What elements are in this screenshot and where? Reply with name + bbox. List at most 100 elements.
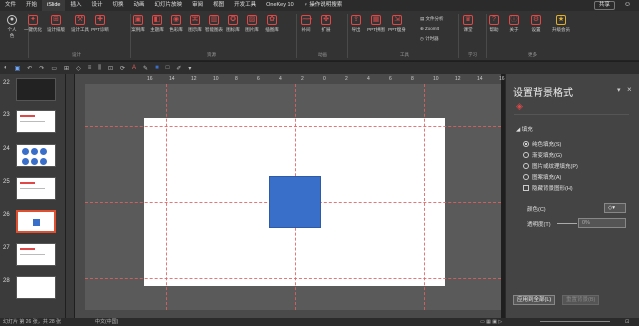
rotate-icon[interactable]: ⟳ <box>120 65 125 72</box>
transparency-slider[interactable] <box>557 223 577 224</box>
share-button[interactable]: 共享 <box>593 1 615 10</box>
ribbon-button-11[interactable]: ✿ 插图库 <box>262 15 282 33</box>
ribbon-button-10[interactable]: ▨ 图片库 <box>242 15 262 33</box>
font-color-icon[interactable]: A <box>132 65 136 71</box>
new-slide-icon[interactable]: ⊞ <box>64 65 69 72</box>
tab-10[interactable]: 开发工具 <box>229 0 261 11</box>
fill-option-label[interactable]: 图案填充(A) <box>532 173 561 181</box>
fill-section-header[interactable]: ◢ 填充 <box>516 125 533 133</box>
redo-icon[interactable]: ↷ <box>39 65 44 72</box>
highlight-icon[interactable]: ✎ <box>143 65 148 72</box>
undo-icon[interactable]: ↶ <box>27 65 32 72</box>
ribbon-button-label: 设置 <box>531 27 541 32</box>
fill-option-label[interactable]: 隐藏背景图形(H) <box>532 184 573 192</box>
start-slideshow-icon[interactable]: ▭ <box>51 65 57 72</box>
tab-3[interactable]: 插入 <box>65 0 86 11</box>
ribbon-button-21[interactable]: ★ 升级会员 <box>551 15 571 33</box>
align-icon[interactable]: ≡ <box>88 65 92 71</box>
group-icon[interactable]: ⊡ <box>108 65 113 72</box>
ribbon-button-14[interactable]: ⇪ 导出 <box>346 15 366 33</box>
ribbon-button-19[interactable]: ⓘ 关于 <box>504 15 524 33</box>
slide-thumbnail[interactable] <box>16 110 56 133</box>
save-icon[interactable]: ▣ <box>15 65 21 72</box>
tab-8[interactable]: 审阅 <box>187 0 208 11</box>
tab-11[interactable]: OneKey 10 <box>261 0 299 11</box>
feedback-smile-icon[interactable]: ☺ <box>624 1 631 8</box>
tab-9[interactable]: 视图 <box>208 0 229 11</box>
shape-icon[interactable]: ◇ <box>76 65 81 72</box>
close-icon[interactable]: × <box>627 85 632 94</box>
fit-slide-icon[interactable]: ⊡ <box>625 318 629 326</box>
ribbon-button-9[interactable]: ✪ 图标库 <box>223 15 243 33</box>
tab-0[interactable]: 文件 <box>0 0 21 11</box>
horizontal-scrollbar[interactable] <box>75 310 501 318</box>
ribbon-button-2[interactable]: ⚒ 设计工具 <box>70 15 90 33</box>
file-analysis-button[interactable]: ▤ 文件分析 <box>420 16 444 22</box>
ribbon-button-0[interactable]: ✦ 一键优化 <box>23 15 43 33</box>
ribbon-button-3[interactable]: ✚ PPT诊断 <box>90 15 110 33</box>
more-commands-icon[interactable]: ▾ <box>188 65 191 72</box>
guide-line[interactable] <box>424 84 425 310</box>
ribbon-button-16[interactable]: ⇲ PPT瘦身 <box>387 15 407 33</box>
fill-option-label[interactable]: 纯色填充(S) <box>532 140 561 148</box>
ribbon-button-8[interactable]: ▥ 智能图表 <box>204 15 224 33</box>
account-button[interactable]: ● 个人 色 <box>2 15 22 39</box>
tab-4[interactable]: 设计 <box>87 0 108 11</box>
fill-color-icon[interactable]: ■ <box>155 65 159 71</box>
tab-6[interactable]: 动画 <box>129 0 150 11</box>
guide-line[interactable] <box>85 126 501 127</box>
zoom-slider[interactable] <box>540 321 610 322</box>
eyedropper-icon[interactable]: ✐ <box>176 65 181 72</box>
fill-option-radio[interactable] <box>523 174 529 180</box>
ribbon-button-7[interactable]: ⌘ 图示库 <box>185 15 205 33</box>
zoomit-button[interactable]: ⊕ ZoomIt <box>420 26 439 32</box>
language[interactable]: 中文(中国) <box>95 318 118 326</box>
timer-button[interactable]: ◷ 计时器 <box>420 36 439 42</box>
outline-icon[interactable]: □ <box>166 65 170 71</box>
distribute-icon[interactable]: ⫼ <box>98 65 101 72</box>
slide-thumbnail[interactable] <box>16 144 56 167</box>
slide-thumbnail[interactable] <box>16 210 56 233</box>
tab-5[interactable]: 切换 <box>108 0 129 11</box>
ribbon-button-18[interactable]: ? 帮助 <box>484 15 504 33</box>
ribbon-button-12[interactable]: ⟿ 补间 <box>296 15 316 33</box>
hide-background-checkbox[interactable] <box>523 185 529 191</box>
autosave-icon[interactable]: ◐ <box>4 65 8 71</box>
ribbon-button-5[interactable]: ◧ 主题库 <box>147 15 167 33</box>
guide-line[interactable] <box>85 278 501 279</box>
ribbon-button-1[interactable]: ⊞ 设计排版 <box>46 15 66 33</box>
fill-option-radio[interactable] <box>523 163 529 169</box>
tell-me-search[interactable]: ♀ 操作说明搜索 <box>299 0 348 11</box>
ribbon-button-15[interactable]: ▦ PPT拼图 <box>366 15 386 33</box>
blue-square-shape[interactable] <box>269 176 321 228</box>
apply-to-all-button[interactable]: 应用到全部(L) <box>513 295 556 305</box>
ruler-tick-label: 6 <box>257 76 260 82</box>
group-separator <box>347 14 348 58</box>
ribbon-button-17[interactable]: ♛ 课堂 <box>458 15 478 33</box>
tab-2[interactable]: iSlide <box>42 0 66 11</box>
guide-line[interactable] <box>166 84 167 310</box>
slide-thumbnail[interactable] <box>16 243 56 266</box>
ribbon-button-20[interactable]: ⚙ 设置 <box>526 15 546 33</box>
slide-thumbnail[interactable] <box>16 78 56 101</box>
reset-background-button[interactable]: 重置背景(B) <box>562 295 600 305</box>
slide-thumbnail[interactable] <box>16 177 56 200</box>
fill-option-label[interactable]: 渐变填充(G) <box>532 151 562 159</box>
ribbon-button-13[interactable]: ✤ 扩展 <box>316 15 336 33</box>
fill-option-label[interactable]: 图片或纹理填充(P) <box>532 162 578 170</box>
slide-number: 27 <box>3 245 10 251</box>
tab-7[interactable]: 幻灯片放映 <box>150 0 188 11</box>
slide-thumbnail[interactable] <box>16 276 56 299</box>
fill-option-radio[interactable] <box>523 141 529 147</box>
tab-1[interactable]: 开始 <box>21 0 42 11</box>
transparency-input[interactable]: 0% <box>578 218 626 228</box>
ribbon-button-6[interactable]: ◉ 色彩库 <box>166 15 186 33</box>
thumbnail-scrollbar[interactable] <box>66 74 74 318</box>
view-buttons[interactable]: ▭ ▦ ▣ ▷ <box>480 318 502 326</box>
fill-bucket-icon[interactable]: ◈ <box>516 101 526 111</box>
color-picker-button[interactable]: ◇▾ <box>604 203 626 213</box>
fill-option-radio[interactable] <box>523 152 529 158</box>
ribbon-button-4[interactable]: ▣ 案例库 <box>128 15 148 33</box>
pane-collapse-icon[interactable]: ▾ <box>617 86 621 94</box>
ribbon-button-label: 关于 <box>509 27 519 32</box>
